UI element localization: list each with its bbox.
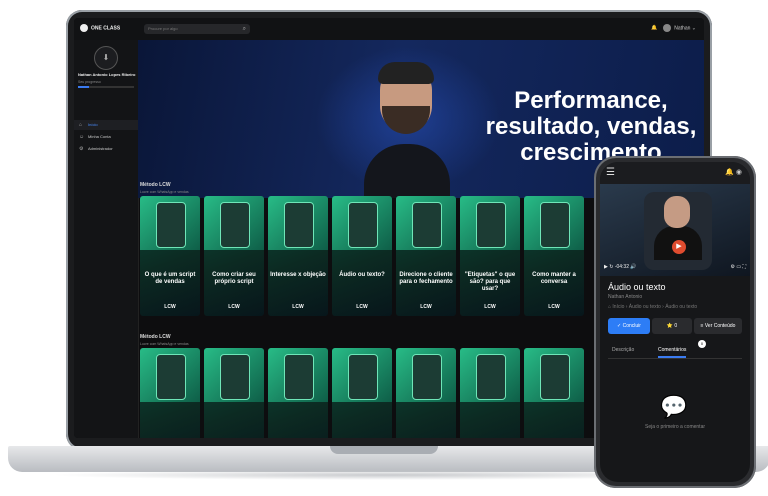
sidebar-item-label: Administrador: [88, 146, 113, 151]
card-phone-illustration: [284, 202, 314, 248]
profile-progress-label: Seu progresso: [78, 80, 101, 84]
card-phone-illustration: [220, 202, 250, 248]
course-card[interactable]: Áudio ou texto? LCW: [332, 196, 392, 316]
card-title: Direcione o cliente para o fechamento: [399, 272, 453, 285]
brand-logo[interactable]: ONE CLASS: [80, 24, 120, 32]
course-card[interactable]: Interesse x objeção LCW: [268, 196, 328, 316]
card-logo: LCW: [356, 304, 368, 310]
presenter-hair: [378, 62, 434, 84]
card-phone-illustration: [412, 354, 442, 400]
comment-count-badge: 0: [698, 340, 706, 348]
course-card[interactable]: [268, 348, 328, 438]
sidebar-item-inicio[interactable]: ⌂ Início: [74, 120, 138, 130]
ver-conteudo-button[interactable]: ≡ Ver Conteúdo: [694, 318, 742, 334]
card-title: Como manter a conversa: [532, 272, 576, 285]
card-phone-illustration: [348, 202, 378, 248]
card-title: "Etiquetas" o que são? para que usar?: [464, 272, 516, 292]
course-card[interactable]: [396, 348, 456, 438]
menu-icon[interactable]: ☰: [606, 167, 615, 178]
user-menu[interactable]: 🔔 Nathan ⌄: [651, 24, 696, 32]
avatar[interactable]: [663, 24, 672, 32]
progress-bar: [78, 86, 134, 88]
card-logo: LCW: [228, 304, 240, 310]
course-card[interactable]: O que é um script de vendas LCW: [140, 196, 200, 316]
gear-icon: ⚙: [79, 146, 84, 152]
search-placeholder: Procure por algo: [148, 26, 178, 31]
card-phone-illustration: [284, 354, 314, 400]
sidebar-item-administrador[interactable]: ⚙ Administrador: [74, 144, 138, 154]
phone-screen: ☰ 🔔 ◉ ▶ ▶ ↻ -04:32 🔊 ⚙ ▭ ⛶ Áudio ou text…: [600, 162, 750, 482]
search-input[interactable]: Procure por algo ⌕: [144, 24, 250, 34]
tab-comentarios[interactable]: Comentários: [658, 347, 687, 358]
sidebar-item-label: Início: [88, 122, 98, 127]
user-icon: ☺: [79, 134, 85, 140]
tab-descricao[interactable]: Descrição: [612, 347, 634, 353]
concluir-button[interactable]: ✓ Concluir: [608, 318, 650, 334]
play-icon[interactable]: ▶: [672, 240, 686, 254]
phone-header-icons[interactable]: 🔔 ◉: [725, 168, 742, 176]
card-logo: LCW: [420, 304, 432, 310]
course-card[interactable]: [460, 348, 520, 438]
course-card[interactable]: [204, 348, 264, 438]
card-phone-illustration: [412, 202, 442, 248]
card-logo: LCW: [164, 304, 176, 310]
top-bar: ONE CLASS Procure por algo ⌕ 🔔 Nathan ⌄: [74, 18, 704, 41]
video-controls-right[interactable]: ⚙ ▭ ⛶: [731, 264, 747, 270]
progress-fill: [78, 86, 90, 88]
card-phone-illustration: [540, 354, 570, 400]
video-controls-left[interactable]: ▶ ↻ -04:32 🔊: [604, 264, 637, 270]
home-icon: ⌂: [79, 122, 83, 128]
presenter-photo: [364, 62, 450, 198]
card-phone-illustration: [476, 202, 506, 248]
search-icon[interactable]: ⌕: [243, 24, 246, 34]
card-phone-illustration: [156, 354, 186, 400]
course-card[interactable]: "Etiquetas" o que são? para que usar? LCW: [460, 196, 520, 316]
course-card[interactable]: Como manter a conversa LCW: [524, 196, 584, 316]
video-presenter-head: [664, 196, 690, 228]
laptop-notch: [330, 446, 438, 454]
hero-headline: Performance, resultado, vendas, crescime…: [480, 88, 702, 166]
lesson-title: Áudio ou texto: [608, 282, 666, 292]
course-card[interactable]: Como criar seu próprio script LCW: [204, 196, 264, 316]
sidebar-item-label: Minha Conta: [88, 134, 111, 139]
hero-line-2: resultado, vendas,: [485, 113, 697, 140]
brand-name: ONE CLASS: [91, 25, 121, 32]
phone-header: ☰ 🔔 ◉: [600, 162, 750, 184]
course-card[interactable]: Direcione o cliente para o fechamento LCW: [396, 196, 456, 316]
logo-icon: [80, 24, 88, 32]
course-card[interactable]: [140, 348, 200, 438]
video-player[interactable]: ▶: [600, 184, 750, 276]
card-logo: LCW: [484, 304, 496, 310]
lesson-tabs: Descrição Comentários 0: [608, 340, 742, 359]
card-phone-illustration: [156, 202, 186, 248]
breadcrumb[interactable]: ⌂ Início › Áudio ou texto › Áudio ou tex…: [608, 304, 697, 310]
user-name: Nathan: [674, 25, 691, 32]
hero-line-1: Performance,: [514, 87, 668, 114]
card-title: Como criar seu próprio script: [212, 272, 256, 285]
profile-avatar[interactable]: ⬇: [94, 46, 118, 70]
comment-icon: 💬: [660, 394, 688, 419]
card-title: O que é um script de vendas: [144, 272, 196, 285]
card-phone-illustration: [220, 354, 250, 400]
chevron-down-icon[interactable]: ⌄: [692, 25, 696, 31]
lesson-author: Nathan Antonio: [608, 294, 643, 300]
course-card[interactable]: [524, 348, 584, 438]
profile-name: Nathan Antonio Lopes Ribeiro: [78, 72, 136, 77]
card-logo: LCW: [548, 304, 560, 310]
card-phone-illustration: [540, 202, 570, 248]
card-title: Interesse x objeção: [270, 272, 326, 278]
course-card[interactable]: [332, 348, 392, 438]
sidebar-item-minha-conta[interactable]: ☺ Minha Conta: [74, 132, 138, 142]
presenter-beard: [382, 106, 430, 134]
empty-comments-text: Seja o primeiro a comentar: [644, 424, 706, 430]
bell-icon[interactable]: 🔔: [651, 25, 657, 31]
card-phone-illustration: [348, 354, 378, 400]
card-title: Áudio ou texto?: [339, 272, 385, 278]
card-phone-illustration: [476, 354, 506, 400]
rating-button[interactable]: ⭐ 0: [652, 318, 692, 334]
card-logo: LCW: [292, 304, 304, 310]
sidebar: ⬇ Nathan Antonio Lopes Ribeiro Seu progr…: [74, 40, 139, 438]
